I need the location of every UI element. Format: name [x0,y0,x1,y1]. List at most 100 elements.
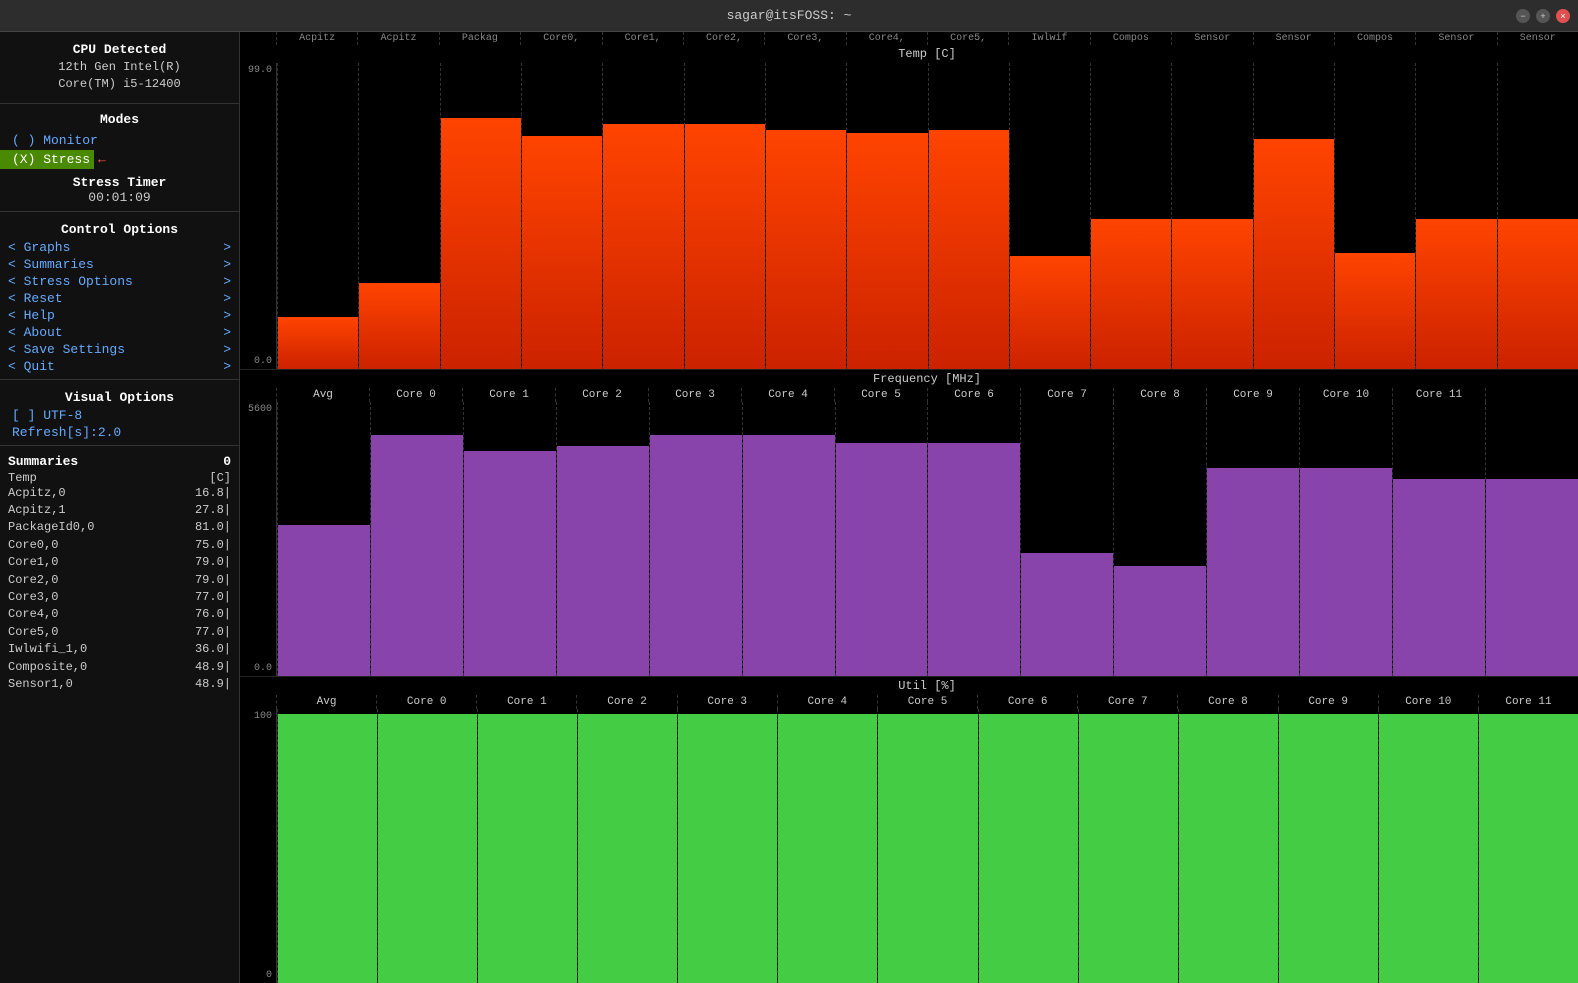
summary-label-7: Core4,0 [8,606,58,623]
temp-bar-fill-8 [929,130,1009,368]
temp-col-label-3: Core0, [520,32,601,45]
menu-item-5[interactable]: < About > [0,324,239,341]
menu-item-right-4: > [223,308,231,323]
freq-bar-fill-13 [1486,479,1578,676]
temp-bar-col-13 [1334,63,1415,369]
menu-item-0[interactable]: < Graphs> [0,239,239,256]
minimize-button[interactable]: − [1516,9,1530,23]
temp-col-label-8: Core5, [927,32,1008,45]
summary-label-9: Iwlwifi_1,0 [8,641,87,658]
maximize-button[interactable]: + [1536,9,1550,23]
menu-item-right-5: > [223,325,231,340]
summaries-header-right: [C] [209,471,231,485]
util-bar-col-2 [477,709,577,983]
temp-bars [276,63,1578,369]
summaries-header-left: Temp [8,471,37,485]
util-col-label-11: Core 10 [1378,695,1478,709]
mode-stress[interactable]: (X) Stress [0,150,94,169]
titlebar: sagar@itsFOSS: ~ − + × [0,0,1578,32]
util-bar-fill-2 [478,714,577,983]
temp-col-label-1: Acpitz [357,32,438,45]
freq-col-label-5: Core 4 [741,388,834,402]
content-area: AcpitzAcpitzPackagCore0,Core1,Core2,Core… [240,32,1578,983]
menu-item-right-3: > [223,291,231,306]
util-bar-fill-8 [1079,714,1178,983]
temp-bar-col-15 [1497,63,1578,369]
temp-col-label-2: Packag [439,32,520,45]
summary-value-1: 27.8| [195,502,231,519]
freq-y-scale: 5600 0.0 [240,402,276,676]
visual-item-1: Refresh[s]:2.0 [0,424,239,441]
temp-y-max: 99.0 [240,65,272,76]
summary-row-2: PackageId0,0 81.0| [0,519,239,536]
util-col-label-4: Core 3 [677,695,777,709]
temp-col-label-6: Core3, [764,32,845,45]
menu-item-3[interactable]: < Reset > [0,290,239,307]
sidebar: CPU Detected 12th Gen Intel(R) Core(TM) … [0,32,240,983]
summary-value-9: 36.0| [195,641,231,658]
freq-bar-fill-12 [1393,479,1485,676]
mode-monitor[interactable]: ( ) Monitor [0,131,239,150]
freq-col-label-8: Core 7 [1020,388,1113,402]
freq-col-label-11: Core 10 [1299,388,1392,402]
freq-col-label-9: Core 8 [1113,388,1206,402]
menu-item-1[interactable]: < Summaries> [0,256,239,273]
temp-bar-fill-2 [441,118,521,369]
freq-bar-fill-8 [1021,553,1113,676]
summary-label-2: PackageId0,0 [8,519,94,536]
temp-bar-fill-14 [1416,219,1496,369]
freq-header-row: Frequency [MHz] [240,370,1578,388]
temp-col-label-13: Compos [1334,32,1415,45]
charts-container: AcpitzAcpitzPackagCore0,Core1,Core2,Core… [240,32,1578,983]
util-col-label-3: Core 2 [576,695,676,709]
freq-bar-col-4 [649,402,742,676]
menu-item-4[interactable]: < Help > [0,307,239,324]
util-col-label-7: Core 6 [977,695,1077,709]
util-bar-col-5 [777,709,877,983]
summary-value-11: 48.9| [195,676,231,693]
close-button[interactable]: × [1556,9,1570,23]
util-bar-fill-12 [1479,714,1578,983]
util-bar-col-12 [1478,709,1578,983]
temp-bar-col-7 [846,63,927,369]
stress-timer-label: Stress Timer [0,175,239,190]
menu-item-left-4: < Help [8,308,55,323]
menu-item-7[interactable]: < Quit> [0,358,239,375]
freq-header-label: Frequency [MHz] [276,370,1578,388]
menu-item-left-3: < Reset [8,291,63,306]
util-bar-col-3 [577,709,677,983]
summary-row-10: Composite,048.9| [0,659,239,676]
menu-item-left-2: < Stress Options [8,274,133,289]
visual-items: [ ] UTF-8Refresh[s]:2.0 [0,407,239,441]
util-col-label-0: Avg [276,695,376,709]
util-col-label-9: Core 8 [1177,695,1277,709]
freq-bars-row: 5600 0.0 [240,402,1578,676]
summary-value-2: 81.0| [195,519,231,536]
freq-bar-fill-1 [371,435,463,676]
menu-item-6[interactable]: < Save Settings> [0,341,239,358]
freq-bar-fill-2 [464,451,556,676]
temp-bar-fill-4 [603,124,683,369]
util-col-label-6: Core 5 [877,695,977,709]
temp-col-label-4: Core1, [602,32,683,45]
temp-col-headers: AcpitzAcpitzPackagCore0,Core1,Core2,Core… [240,32,1578,45]
temp-bar-col-1 [358,63,439,369]
menu-item-2[interactable]: < Stress Options> [0,273,239,290]
temp-col-label-9: Iwlwif [1008,32,1089,45]
freq-col-label-4: Core 3 [648,388,741,402]
stress-arrow: ← [94,152,106,167]
menu-item-left-6: < Save Settings [8,342,125,357]
temp-bar-col-12 [1253,63,1334,369]
freq-bar-col-1 [370,402,463,676]
util-bar-col-4 [677,709,777,983]
freq-bar-col-7 [927,402,1020,676]
menu-item-left-5: < About [8,325,63,340]
temp-header-row: Temp [C] [240,45,1578,63]
util-bar-fill-10 [1279,714,1378,983]
temp-bar-fill-15 [1498,219,1578,369]
temp-bar-fill-13 [1335,253,1415,369]
freq-bar-fill-4 [650,435,742,676]
util-header-row: Util [%] [240,677,1578,695]
summary-label-8: Core5,0 [8,624,58,641]
freq-col-label-0: Avg [276,388,369,402]
